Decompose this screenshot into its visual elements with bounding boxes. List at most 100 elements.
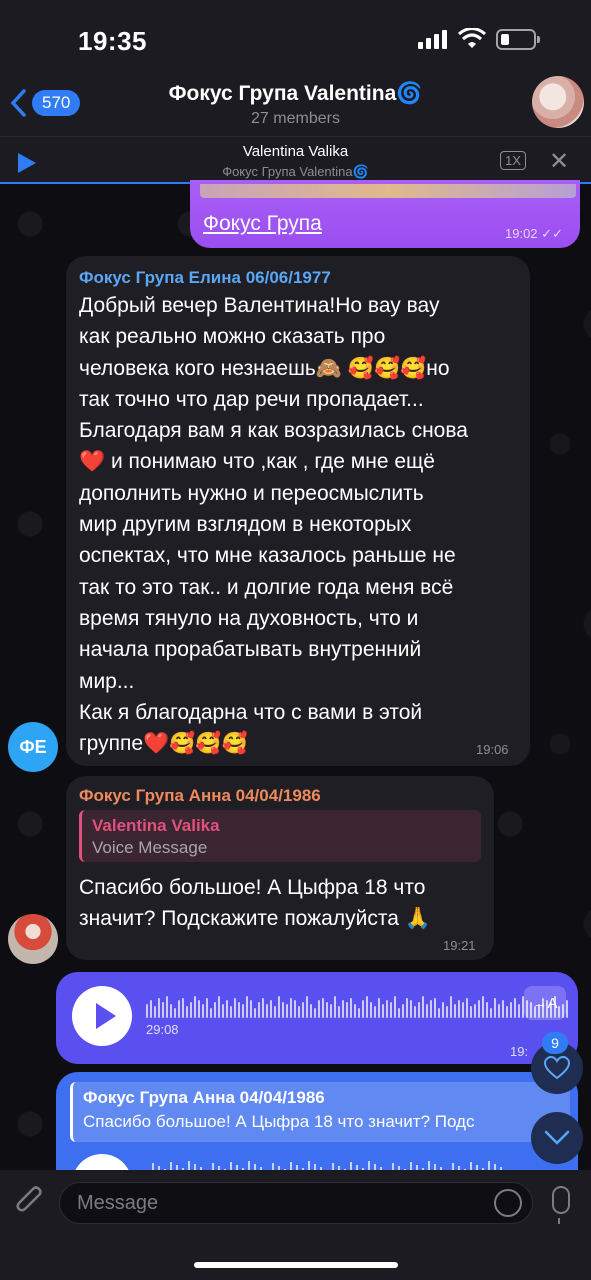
waveform-bar: [378, 998, 380, 1018]
waveform-bar: [494, 998, 496, 1018]
reply-text: Спасибо большое! А Цыфра 18 что значит? …: [83, 1112, 475, 1131]
waveform-bar: [226, 1000, 228, 1018]
voice-duration: 29:08: [146, 1022, 179, 1037]
sender-name[interactable]: Фокус Група Елина 06/06/1977: [79, 268, 331, 288]
waveform-bar: [358, 1008, 360, 1018]
microphone-icon[interactable]: [552, 1186, 570, 1224]
waveform-bar: [430, 1000, 432, 1018]
chat-title[interactable]: Фокус Група Valentina🌀: [0, 82, 591, 106]
waveform-bar: [398, 1008, 400, 1018]
waveform-bar: [390, 1002, 392, 1018]
waveform-bar: [218, 996, 220, 1018]
waveform-bar: [326, 1002, 328, 1018]
waveform-bar: [470, 1006, 472, 1018]
home-indicator: [194, 1262, 398, 1268]
waveform-bar: [154, 1006, 156, 1018]
waveform-bar: [166, 996, 168, 1018]
waveform-bar: [426, 1004, 428, 1018]
double-check-icon: ✓✓: [541, 226, 563, 241]
media-preview: [200, 184, 576, 198]
composer: [0, 1170, 591, 1280]
waveform-bar: [406, 998, 408, 1018]
reply-text: Voice Message: [92, 838, 208, 857]
waveform-bar: [294, 1000, 296, 1018]
waveform-bar: [370, 1002, 372, 1018]
members-count: 27 members: [251, 110, 340, 127]
chevron-down-icon: [544, 1130, 570, 1145]
status-time: 19:35: [78, 26, 147, 56]
waveform-bar: [450, 996, 452, 1018]
waveform-bar: [490, 1008, 492, 1018]
waveform-bar: [206, 998, 208, 1018]
waveform-bar: [162, 1002, 164, 1018]
outgoing-message[interactable]: Фокус Група Анна 04/04/1986 Спасибо боль…: [56, 1072, 578, 1182]
reply-quote[interactable]: Фокус Група Анна 04/04/1986 Спасибо боль…: [70, 1082, 570, 1142]
waveform-bar: [514, 998, 516, 1018]
transcribe-button[interactable]: →A: [524, 986, 566, 1020]
waveform-bar: [290, 998, 292, 1018]
status-bar: 19:35: [0, 0, 591, 70]
waveform-bar: [334, 996, 336, 1018]
close-icon[interactable]: ✕: [549, 150, 569, 174]
waveform-bar: [434, 998, 436, 1018]
waveform-bar: [422, 996, 424, 1018]
waveform-bar: [270, 1000, 272, 1018]
waveform-bar: [362, 1000, 364, 1018]
voice-message[interactable]: 29:08 →A 19:: [56, 972, 578, 1064]
waveform-bar: [418, 1002, 420, 1018]
waveform-bar: [354, 1004, 356, 1018]
waveform-bar: [202, 1004, 204, 1018]
audio-player-bar[interactable]: Valentina Valika Фокус Група Valentina🌀 …: [0, 136, 591, 184]
waveform-bar: [170, 1004, 172, 1018]
waveform-bar: [222, 1004, 224, 1018]
reply-sender: Valentina Valika: [92, 816, 220, 835]
group-avatar[interactable]: [532, 76, 584, 128]
waveform-bar: [150, 1000, 152, 1018]
message-text: Добрый вечер Валентина!Но вау вау как ре…: [79, 294, 468, 756]
waveform-bar: [486, 1002, 488, 1018]
waveform-bar: [198, 1000, 200, 1018]
paperclip-icon[interactable]: [14, 1184, 46, 1220]
waveform-bar: [282, 1002, 284, 1018]
reply-quote[interactable]: Valentina Valika Voice Message: [79, 810, 481, 862]
waveform-bar: [374, 1006, 376, 1018]
waveform-bar: [178, 1000, 180, 1018]
scroll-down-button[interactable]: [531, 1112, 583, 1164]
waveform-bar: [442, 1002, 444, 1018]
waveform-bar: [338, 1006, 340, 1018]
waveform-bar: [246, 996, 248, 1018]
waveform-bar: [274, 1006, 276, 1018]
waveform-bar: [214, 1002, 216, 1018]
waveform-bar: [402, 1004, 404, 1018]
playback-speed-button[interactable]: 1X: [500, 151, 526, 170]
waveform-bar: [446, 1006, 448, 1018]
play-button[interactable]: [72, 986, 132, 1046]
waveform-bar: [350, 998, 352, 1018]
waveform-bar: [190, 1002, 192, 1018]
waveform-bar: [454, 1004, 456, 1018]
waveform-bar: [330, 1004, 332, 1018]
message-input[interactable]: [59, 1182, 533, 1224]
waveform-bar: [506, 1006, 508, 1018]
sender-name[interactable]: Фокус Група Анна 04/04/1986: [79, 786, 321, 806]
message-link[interactable]: Фокус Група: [203, 212, 322, 236]
waveform-bar: [566, 1000, 568, 1018]
avatar[interactable]: ФЕ: [8, 722, 58, 772]
reactions-count-badge: 9: [542, 1032, 568, 1054]
sticker-icon[interactable]: [494, 1189, 522, 1217]
waveform[interactable]: [146, 994, 568, 1018]
avatar[interactable]: [8, 914, 58, 964]
waveform-bar: [262, 998, 264, 1018]
waveform-bar: [386, 1000, 388, 1018]
waveform-bar: [482, 996, 484, 1018]
wifi-icon: [458, 28, 486, 48]
message-text: Спасибо большое! А Цыфра 18 что значит? …: [79, 876, 431, 931]
waveform-bar: [410, 1000, 412, 1018]
waveform-bar: [518, 1004, 520, 1018]
waveform-bar: [186, 1006, 188, 1018]
waveform-bar: [438, 1008, 440, 1018]
waveform-bar: [210, 1008, 212, 1018]
waveform-bar: [234, 998, 236, 1018]
waveform-bar: [462, 1002, 464, 1018]
waveform-bar: [498, 1004, 500, 1018]
